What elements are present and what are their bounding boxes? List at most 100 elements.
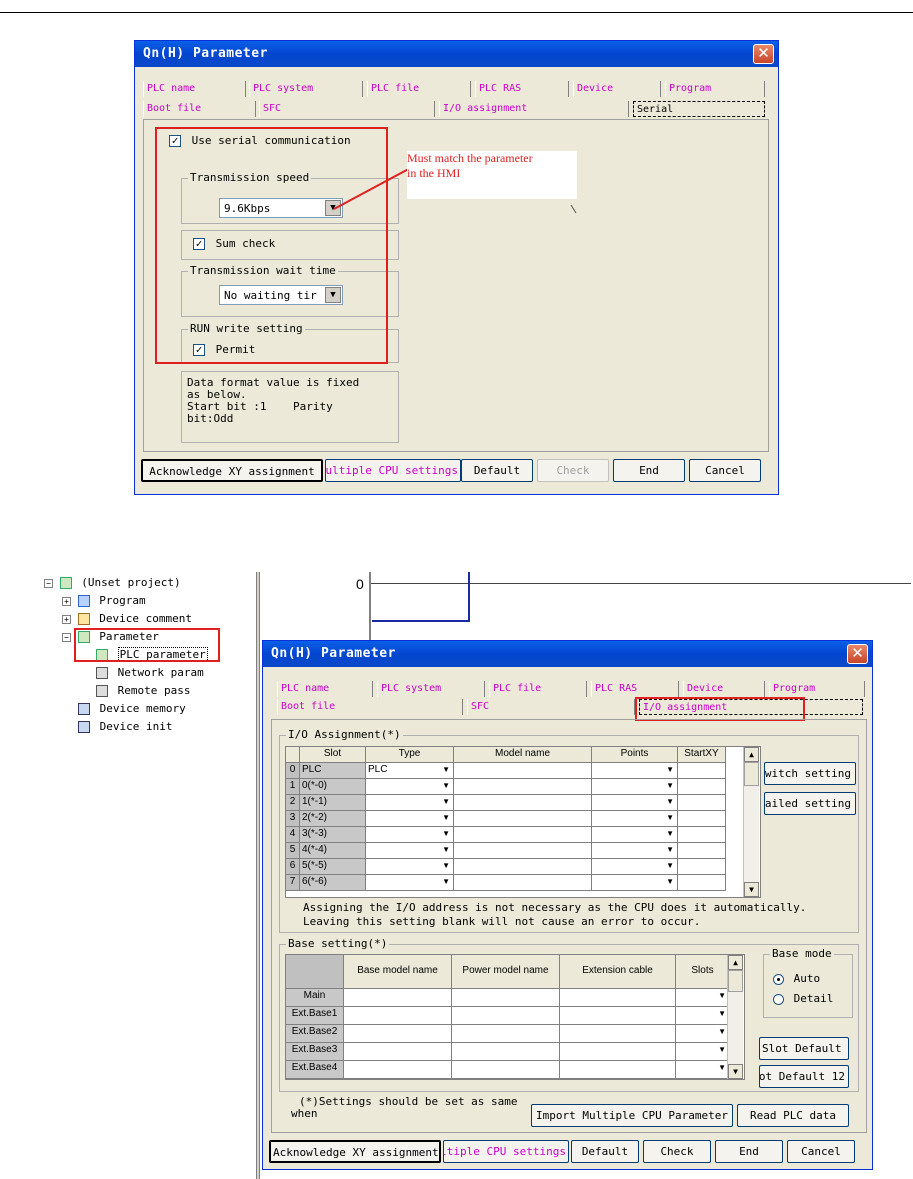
check-button[interactable]: Check xyxy=(537,459,609,482)
io-assignment-table[interactable]: Slot Type Model name Points StartXY 0 PLC PLC ▼ ▼… xyxy=(285,746,761,898)
check-button[interactable]: Check xyxy=(643,1140,711,1163)
tree-item-device-memory[interactable]: Device memory xyxy=(78,702,186,715)
io-points-cell[interactable]: ▼ xyxy=(592,779,678,795)
base-cell[interactable] xyxy=(452,1061,560,1079)
detail-radio[interactable] xyxy=(773,993,784,1005)
switch-setting-button[interactable]: Switch setting xyxy=(764,762,856,785)
base-cell[interactable] xyxy=(560,1025,676,1043)
io-startxy-cell[interactable] xyxy=(678,763,726,779)
io-model-cell[interactable] xyxy=(454,827,592,843)
base-cell[interactable] xyxy=(560,1061,676,1079)
base-table-scrollbar[interactable]: ▲ ▼ xyxy=(727,955,743,1079)
base-mode-auto[interactable]: Auto xyxy=(773,972,820,985)
chevron-down-icon[interactable]: ▼ xyxy=(718,1009,726,1018)
tab-plc-name[interactable]: PLC name xyxy=(277,681,373,697)
base-cell[interactable] xyxy=(452,1079,560,1080)
acknowledge-xy-button[interactable]: Acknowledge XY assignment xyxy=(141,459,323,482)
detailed-setting-button[interactable]: Detailed setting xyxy=(764,792,856,815)
chevron-down-icon[interactable]: ▼ xyxy=(442,813,450,822)
base-cell[interactable] xyxy=(344,1043,452,1061)
tab-plc-ras[interactable]: PLC RAS xyxy=(591,681,679,697)
io-model-cell[interactable] xyxy=(454,763,592,779)
chevron-down-icon[interactable]: ▼ xyxy=(442,829,450,838)
io-model-cell[interactable] xyxy=(454,859,592,875)
base-cell[interactable]: ▼ xyxy=(676,989,730,1007)
io-points-cell[interactable]: ▼ xyxy=(592,763,678,779)
acknowledge-xy-button[interactable]: Acknowledge XY assignment xyxy=(269,1140,441,1163)
base-setting-table[interactable]: Base model name Power model name Extension… xyxy=(285,954,745,1080)
io-model-cell[interactable] xyxy=(454,875,592,891)
cancel-button[interactable]: Cancel xyxy=(689,459,761,482)
io-points-cell[interactable]: ▼ xyxy=(592,811,678,827)
close-icon[interactable]: ✕ xyxy=(847,644,868,664)
io-points-cell[interactable]: ▼ xyxy=(592,843,678,859)
tree-splitter[interactable] xyxy=(256,572,260,1179)
base-cell[interactable] xyxy=(452,989,560,1007)
base-mode-detail[interactable]: Detail xyxy=(773,992,833,1005)
tab-plc-file[interactable]: PLC file xyxy=(489,681,587,697)
base-cell[interactable]: ▼ xyxy=(676,1061,730,1079)
io-startxy-cell[interactable] xyxy=(678,795,726,811)
io-startxy-cell[interactable] xyxy=(678,843,726,859)
scroll-down-icon[interactable]: ▼ xyxy=(744,882,759,897)
default-button[interactable]: Default xyxy=(461,459,533,482)
chevron-down-icon[interactable]: ▼ xyxy=(442,781,450,790)
chevron-down-icon[interactable]: ▼ xyxy=(666,845,674,854)
io-startxy-cell[interactable] xyxy=(678,827,726,843)
base-cell[interactable] xyxy=(560,1043,676,1061)
io-type-cell[interactable]: ▼ xyxy=(366,859,454,875)
io-type-cell[interactable]: ▼ xyxy=(366,811,454,827)
chevron-down-icon[interactable]: ▼ xyxy=(718,1045,726,1054)
tree-root[interactable]: − (Unset project) xyxy=(44,576,181,589)
tab-device[interactable]: Device xyxy=(683,681,765,697)
io-points-cell[interactable]: ▼ xyxy=(592,875,678,891)
base-cell[interactable] xyxy=(452,1043,560,1061)
base-cell[interactable] xyxy=(452,1007,560,1025)
chevron-down-icon[interactable]: ▼ xyxy=(442,877,450,886)
base-cell[interactable]: ▼ xyxy=(676,1043,730,1061)
io-startxy-cell[interactable] xyxy=(678,779,726,795)
base-cell[interactable]: ▼ xyxy=(676,1025,730,1043)
io-type-cell[interactable]: ▼ xyxy=(366,875,454,891)
base-cell[interactable] xyxy=(560,989,676,1007)
io-startxy-cell[interactable] xyxy=(678,859,726,875)
base-cell[interactable] xyxy=(452,1025,560,1043)
end-button[interactable]: End xyxy=(613,459,685,482)
tab-plc-system[interactable]: PLC system xyxy=(377,681,485,697)
multiple-cpu-settings-button[interactable]: Multiple CPU settings xyxy=(325,459,461,482)
read-plc-data-button[interactable]: Read PLC data xyxy=(737,1104,849,1127)
chevron-down-icon[interactable]: ▼ xyxy=(442,765,450,774)
io-model-cell[interactable] xyxy=(454,779,592,795)
io-type-cell[interactable]: ▼ xyxy=(366,779,454,795)
tree-item-device-init[interactable]: Device init xyxy=(78,720,172,733)
io-startxy-cell[interactable] xyxy=(678,811,726,827)
io-points-cell[interactable]: ▼ xyxy=(592,827,678,843)
chevron-down-icon[interactable]: ▼ xyxy=(666,797,674,806)
tree-item-remote-pass[interactable]: Remote pass xyxy=(96,684,190,697)
base-cell[interactable] xyxy=(344,1079,452,1080)
io-points-cell[interactable]: ▼ xyxy=(592,859,678,875)
chevron-down-icon[interactable]: ▼ xyxy=(442,845,450,854)
12-slot-default-button[interactable]: 12 Slot Default xyxy=(759,1065,849,1088)
chevron-down-icon[interactable]: ▼ xyxy=(718,1027,726,1036)
io-points-cell[interactable]: ▼ xyxy=(592,795,678,811)
io-model-cell[interactable] xyxy=(454,843,592,859)
scroll-down-icon[interactable]: ▼ xyxy=(728,1064,743,1079)
base-cell[interactable] xyxy=(560,1079,676,1080)
base-cell[interactable]: ▼ xyxy=(676,1079,730,1080)
scroll-up-icon[interactable]: ▲ xyxy=(744,747,759,762)
chevron-down-icon[interactable]: ▼ xyxy=(666,861,674,870)
multiple-cpu-settings-button[interactable]: Multiple CPU settings xyxy=(443,1140,569,1163)
cancel-button[interactable]: Cancel xyxy=(787,1140,855,1163)
chevron-down-icon[interactable]: ▼ xyxy=(442,797,450,806)
base-cell[interactable] xyxy=(344,1007,452,1025)
io-startxy-cell[interactable] xyxy=(678,875,726,891)
auto-radio[interactable] xyxy=(773,973,784,985)
tree-item-program[interactable]: + Program xyxy=(62,594,146,607)
chevron-down-icon[interactable]: ▼ xyxy=(718,1063,726,1072)
io-type-cell[interactable]: ▼ xyxy=(366,795,454,811)
chevron-down-icon[interactable]: ▼ xyxy=(666,781,674,790)
chevron-down-icon[interactable]: ▼ xyxy=(666,813,674,822)
tab-boot-file[interactable]: Boot file xyxy=(277,699,463,715)
base-cell[interactable] xyxy=(344,989,452,1007)
